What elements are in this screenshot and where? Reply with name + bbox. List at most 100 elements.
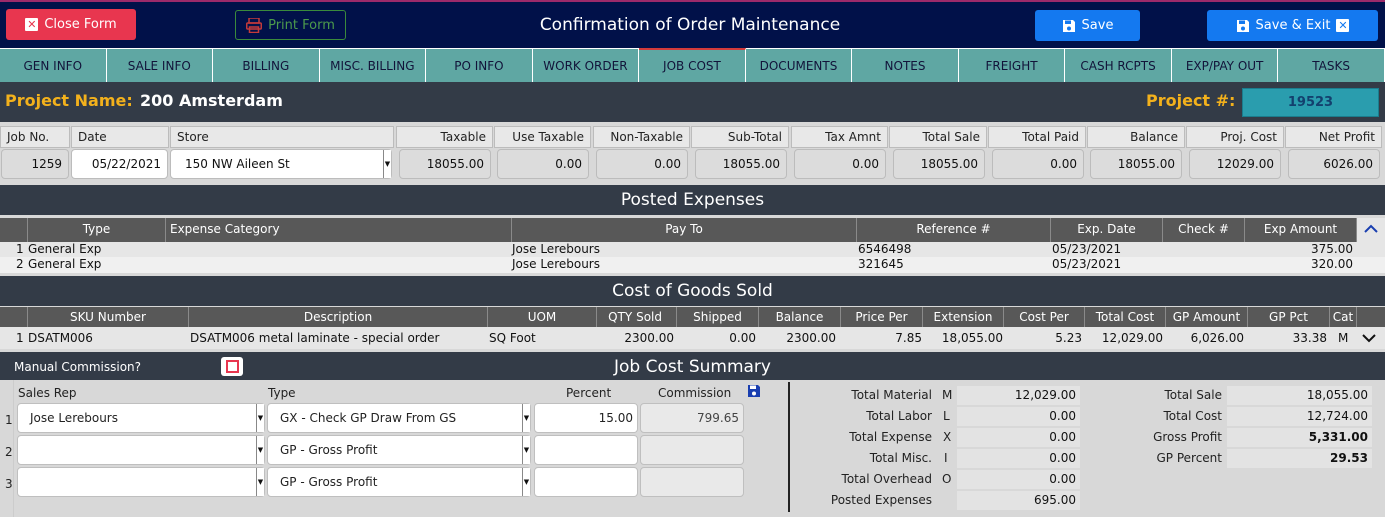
extension: 18,055.00 — [941, 331, 1003, 345]
reference-number: 6546498 — [858, 242, 912, 256]
non-taxable-field[interactable]: 0.00 — [596, 149, 688, 179]
chevron-down-icon[interactable]: ▼ — [383, 150, 391, 178]
store-header: Store — [170, 126, 394, 148]
manual-commission-checkbox[interactable] — [221, 357, 243, 376]
tax-amnt-header: Tax Amnt — [791, 126, 888, 148]
total-sale-field[interactable]: 18055.00 — [893, 149, 985, 179]
commission-type-select[interactable]: GP - Gross Profit ▼ — [267, 467, 531, 497]
tab-notes[interactable]: NOTES — [852, 48, 959, 82]
date-field[interactable]: 05/22/2021 — [71, 149, 168, 179]
cogs-header: SKU Number Description UOM QTY Sold Ship… — [0, 307, 1385, 327]
tab-misc-billing[interactable]: MISC. BILLING — [319, 48, 427, 82]
commission-type-select[interactable]: GP - Gross Profit ▼ — [267, 435, 531, 465]
project-number-label: Project #: — [1146, 91, 1236, 110]
expense-type: General Exp — [28, 257, 102, 271]
order-summary: Job No. Date Store Taxable Use Taxable N… — [0, 122, 1385, 182]
tab-gen-info[interactable]: GEN INFO — [0, 48, 107, 82]
row-number: 1 — [16, 331, 24, 345]
balance: 2300.00 — [786, 331, 836, 345]
sales-rep-select[interactable]: ▼ — [17, 467, 265, 497]
total-paid-header: Total Paid — [988, 126, 1086, 148]
manual-commission-label: Manual Commission? — [14, 360, 142, 374]
collapse-button[interactable] — [1357, 218, 1385, 242]
extension-header: Extension — [923, 307, 1004, 327]
total-labor-label: Total Labor — [866, 409, 932, 423]
percent-input[interactable] — [534, 435, 638, 465]
tab-billing[interactable]: BILLING — [213, 48, 320, 82]
percent-input[interactable] — [534, 467, 638, 497]
reference-number: 321645 — [858, 257, 904, 271]
table-row[interactable]: 1 General Exp Jose Lerebours 6546498 05/… — [0, 242, 1385, 257]
print-form-label: Print Form — [268, 17, 335, 33]
print-form-button[interactable]: Print Form — [235, 10, 346, 40]
close-form-label: Close Form — [44, 17, 117, 32]
close-form-button[interactable]: ✕ Close Form — [6, 9, 136, 40]
net-profit-field[interactable]: 6026.00 — [1288, 149, 1380, 179]
expense-category-header: Expense Category — [166, 218, 512, 242]
use-taxable-field[interactable]: 0.00 — [497, 149, 589, 179]
tab-sale-info[interactable]: SALE INFO — [106, 48, 214, 82]
table-row[interactable]: 1 DSATM006 DSATM006 metal laminate - spe… — [0, 327, 1385, 349]
percent-input[interactable]: 15.00 — [534, 403, 638, 433]
table-row[interactable]: 2 General Exp Jose Lerebours 321645 05/2… — [0, 257, 1385, 273]
total-expense-label: Total Expense — [849, 430, 932, 444]
expense-date: 05/23/2021 — [1052, 242, 1122, 256]
shipped: 0.00 — [729, 331, 756, 345]
chevron-down-icon: ▼ — [522, 404, 530, 432]
cost-per-header: Cost Per — [1004, 307, 1085, 327]
commission-type-select[interactable]: GX - Check GP Draw From GS ▼ — [267, 403, 531, 433]
row-number: 1 — [5, 413, 13, 427]
type-header: Type — [268, 386, 296, 400]
sub-total-header: Sub-Total — [691, 126, 789, 148]
save-icon[interactable] — [747, 384, 761, 398]
save-icon — [1236, 19, 1249, 32]
save-icon — [1062, 19, 1075, 32]
total-cost-label: Total Cost — [1163, 409, 1222, 423]
commission-type-value: GX - Check GP Draw From GS — [280, 411, 457, 425]
tab-cash-rcpts[interactable]: CASH RCPTS — [1065, 48, 1172, 82]
store-select[interactable]: 150 NW Aileen St ▼ — [170, 149, 392, 179]
save-label: Save — [1081, 18, 1114, 33]
tab-po-info[interactable]: PO INFO — [426, 48, 533, 82]
project-number-field[interactable]: 19523 — [1242, 88, 1379, 117]
qty-sold-header: QTY Sold — [597, 307, 677, 327]
tab-job-cost[interactable]: JOB COST — [639, 48, 746, 82]
gp-amount: 6,026.00 — [1190, 331, 1244, 345]
job-cost-summary-title: Job Cost Summary — [0, 352, 1385, 380]
tab-work-order[interactable]: WORK ORDER — [532, 48, 640, 82]
save-exit-button[interactable]: Save & Exit ✕ — [1207, 10, 1378, 41]
total-paid-field[interactable]: 0.00 — [992, 149, 1084, 179]
percent-header: Percent — [566, 386, 612, 400]
sales-rep-select[interactable]: ▼ — [17, 435, 265, 465]
total-sale-label: Total Sale — [1164, 388, 1222, 402]
total-misc-label: Total Misc. — [869, 451, 932, 465]
tab-tasks[interactable]: TASKS — [1278, 48, 1385, 82]
sales-rep-select[interactable]: Jose Lerebours ▼ — [17, 403, 265, 433]
balance-field[interactable]: 18055.00 — [1090, 149, 1182, 179]
expense-amount: 320.00 — [1311, 257, 1353, 271]
page-title: Confirmation of Order Maintenance — [539, 15, 841, 35]
sub-total-field[interactable]: 18055.00 — [695, 149, 787, 179]
tab-freight[interactable]: FREIGHT — [958, 48, 1066, 82]
cat: M — [1338, 331, 1349, 345]
taxable-field[interactable]: 18055.00 — [399, 149, 491, 179]
row-number: 1 — [16, 242, 24, 256]
expense-date: 05/23/2021 — [1052, 257, 1122, 271]
price-per: 7.85 — [895, 331, 922, 345]
total-expense-value: 0.00 — [957, 428, 1080, 447]
commission-field: 799.65 — [640, 403, 744, 433]
total-cost-value: 12,724.00 — [1227, 407, 1372, 426]
sales-rep-value: Jose Lerebours — [30, 411, 118, 425]
total-overhead-value: 0.00 — [957, 470, 1080, 489]
job-no-field[interactable]: 1259 — [1, 149, 69, 179]
tab-exp-pay-out[interactable]: EXP/PAY OUT — [1171, 48, 1279, 82]
total-misc-code: I — [944, 451, 948, 465]
uom: SQ Foot — [489, 331, 536, 345]
chevron-down-icon[interactable] — [1362, 333, 1376, 343]
date-header: Date — [71, 126, 169, 148]
proj-cost-field[interactable]: 12029.00 — [1189, 149, 1281, 179]
tax-amnt-field[interactable]: 0.00 — [794, 149, 886, 179]
tab-documents[interactable]: DOCUMENTS — [745, 48, 853, 82]
job-cost-summary: Sales Rep Type Percent Commission 1 Jose… — [0, 380, 1385, 517]
save-button[interactable]: Save — [1035, 10, 1140, 41]
